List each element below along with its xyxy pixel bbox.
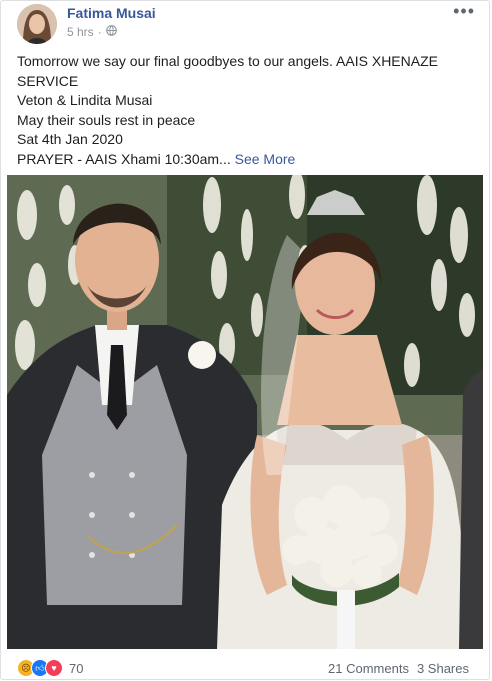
post-text: Tomorrow we say our final goodbyes to ou… xyxy=(17,52,477,169)
meta-separator: · xyxy=(97,25,102,39)
shares-count[interactable]: 3 Shares xyxy=(417,661,469,676)
avatar[interactable] xyxy=(17,4,57,44)
post-meta: 5 hrs · xyxy=(67,25,117,39)
post-line: PRAYER - AAIS Xhami 10:30am... xyxy=(17,150,231,167)
globe-icon[interactable] xyxy=(105,25,117,39)
see-more-link[interactable]: See More xyxy=(235,151,296,167)
post-photo[interactable] xyxy=(7,175,483,649)
post-line: Sat 4th Jan 2020 xyxy=(17,131,123,147)
post-line: Veton & Lindita Musai xyxy=(17,92,153,108)
post-line: SERVICE xyxy=(17,72,79,89)
author-name[interactable]: Fatima Musai xyxy=(67,5,156,21)
post-line: May their souls rest in peace xyxy=(17,111,196,128)
more-options-icon[interactable]: ••• xyxy=(453,2,475,20)
post-line-last: PRAYER - AAIS Xhami 10:30am... See More xyxy=(17,150,477,170)
comments-count[interactable]: 21 Comments xyxy=(328,661,409,676)
reaction-count[interactable]: 70 xyxy=(69,661,83,676)
post-time[interactable]: 5 hrs xyxy=(67,25,94,39)
love-reaction-icon: ♥ xyxy=(45,659,63,677)
post-footer: ☹ 👍︎ ♥ 70 21 Comments 3 Shares xyxy=(1,651,491,681)
post-card: Fatima Musai 5 hrs · ••• Tomorrow we say… xyxy=(0,0,490,680)
engagement-counts: 21 Comments 3 Shares xyxy=(328,661,469,676)
post-line: Tomorrow we say our final goodbyes to ou… xyxy=(17,53,438,69)
reactions-summary[interactable]: ☹ 👍︎ ♥ 70 xyxy=(17,659,83,677)
